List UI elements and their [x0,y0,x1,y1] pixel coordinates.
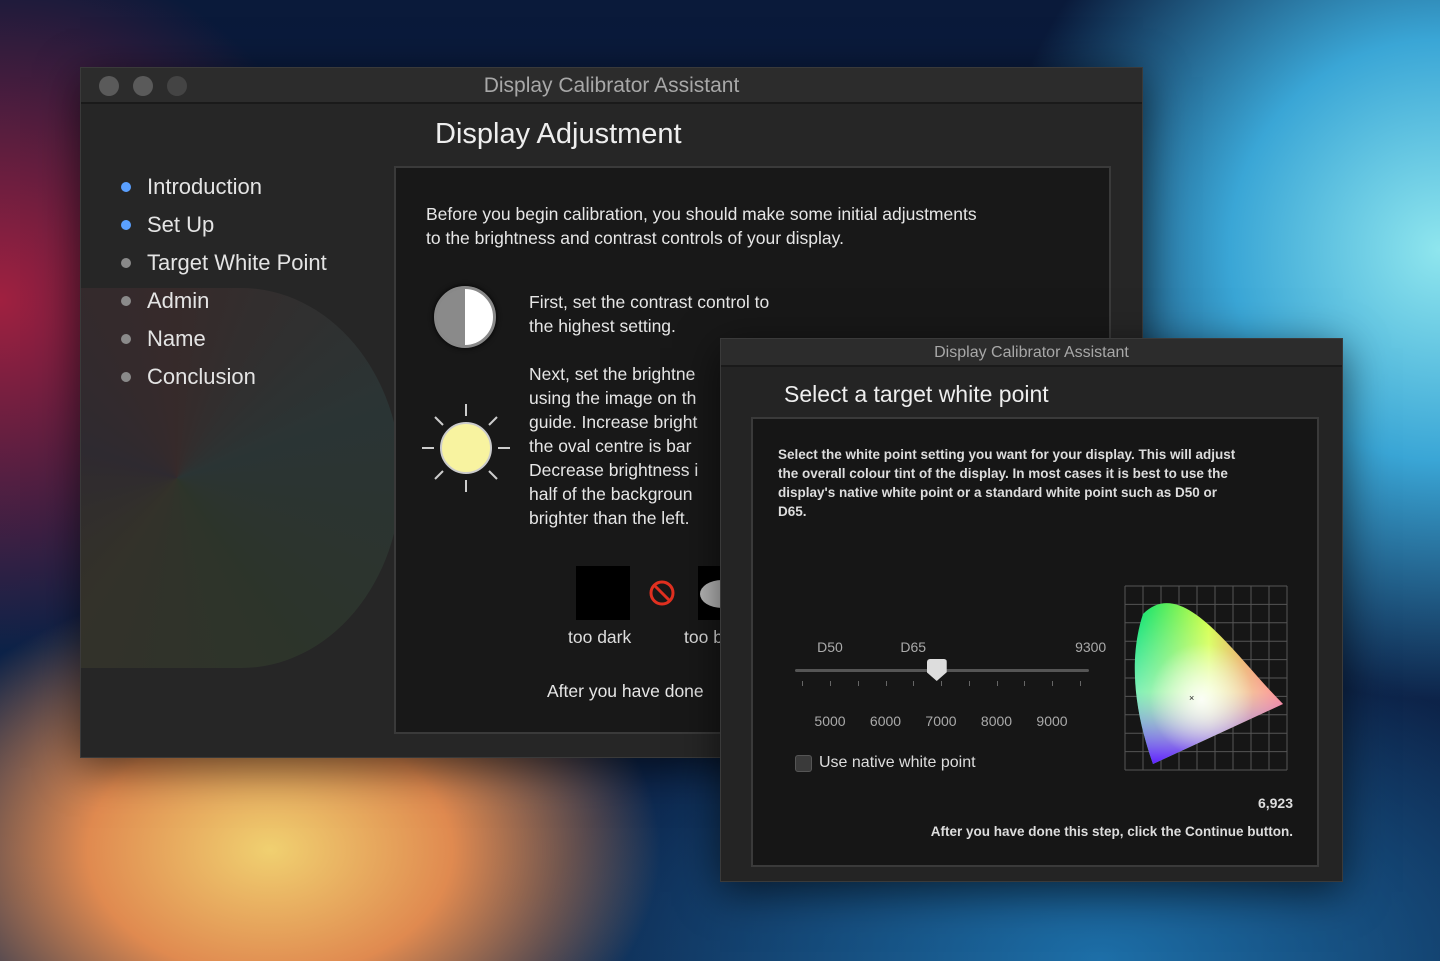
step-bullet-icon [121,296,131,306]
step-label: Conclusion [147,364,256,389]
intro-text: Before you begin calibration, you should… [426,204,977,248]
checkbox[interactable] [795,754,812,772]
slider-tick [968,681,970,686]
steps-sidebar: Introduction Set Up Target White Point Admi… [121,168,327,396]
scale-label: 6000 [869,713,902,729]
slider-tick [1079,681,1081,686]
step-bullet-icon [121,372,131,382]
too-dark-sample [576,566,630,620]
page-title: Select a target white point [784,381,1049,407]
white-point-window: Display Calibrator Assistant Select a ta… [720,338,1343,882]
native-white-point-checkbox[interactable]: Use native white point [795,754,976,772]
contrast-icon [434,286,496,348]
brightness-line: Decrease brightness i [529,460,699,480]
contrast-text: First, set the contrast control to the hi… [529,292,770,336]
slider-tick [913,681,915,686]
preset-label[interactable]: D65 [900,639,926,655]
brightness-line: using the image on th [529,388,697,408]
step-label: Name [147,326,206,351]
white-point-value: 6,923 [1257,795,1293,811]
brightness-sun-icon [422,404,510,492]
description-text: Select the white point setting you want … [778,447,1236,519]
slider-tick [857,681,859,686]
title-bar: Display Calibrator Assistant [81,68,1142,104]
slider-tick [885,681,887,686]
sidebar-step: Introduction [121,168,327,206]
brightness-line: half of the backgroun [529,484,693,504]
title-bar: Display Calibrator Assistant [721,339,1342,367]
step-label: Admin [147,288,210,313]
brightness-line: guide. Increase bright [529,412,698,432]
slider-tick [1052,681,1053,686]
svg-text:×: × [1189,693,1194,703]
brightness-line: the oval centre is bar [529,436,692,456]
white-point-slider[interactable]: D50 D65 9300 5000 6000 7000 8000 9000 [795,629,1106,729]
slider-tick [1024,681,1026,686]
too-bright-label: too b [684,627,723,647]
brightness-line: Next, set the brightne [529,364,696,384]
step-bullet-icon [121,334,131,344]
sidebar-step: Conclusion [121,358,327,396]
scale-label: 7000 [925,713,957,729]
step-bullet-icon [121,220,131,230]
slider-tick [996,681,998,686]
close-button[interactable] [99,76,119,96]
window-title: Display Calibrator Assistant [934,344,1129,361]
brightness-text: Next, set the brightne using the image on… [529,362,698,530]
footer-text: After you have done [547,681,704,701]
preset-label[interactable]: 9300 [1075,639,1106,655]
sidebar-step: Name [121,320,327,358]
sidebar-step: Target White Point [121,244,327,282]
scale-label: 8000 [980,713,1013,729]
scale-label: 9000 [1036,713,1068,729]
sidebar-step: Admin [121,282,327,320]
cie-chromaticity-diagram: × [1124,585,1288,771]
minimize-button[interactable] [133,76,153,96]
page-title: Display Adjustment [435,118,682,150]
step-label: Introduction [147,174,262,199]
sidebar-step: Set Up [121,206,327,244]
forbidden-icon [649,580,675,606]
scale-label: 5000 [814,713,846,729]
slider-thumb[interactable] [926,659,947,681]
preset-label[interactable]: D50 [817,639,843,655]
step-bullet-icon [121,258,131,268]
brightness-line: brighter than the left. [529,508,690,528]
slider-tick [941,681,942,686]
step-label: Target White Point [147,250,327,275]
content-panel: Select the white point setting you want … [751,417,1319,867]
too-dark-label: too dark [568,627,632,647]
step-label: Set Up [147,212,215,237]
window-title: Display Calibrator Assistant [483,74,740,97]
slider-tick [830,681,831,686]
slider-tick [802,681,804,686]
zoom-button[interactable] [167,76,187,96]
footer-text: After you have done this step, click the… [930,824,1293,839]
step-bullet-icon [121,182,131,192]
